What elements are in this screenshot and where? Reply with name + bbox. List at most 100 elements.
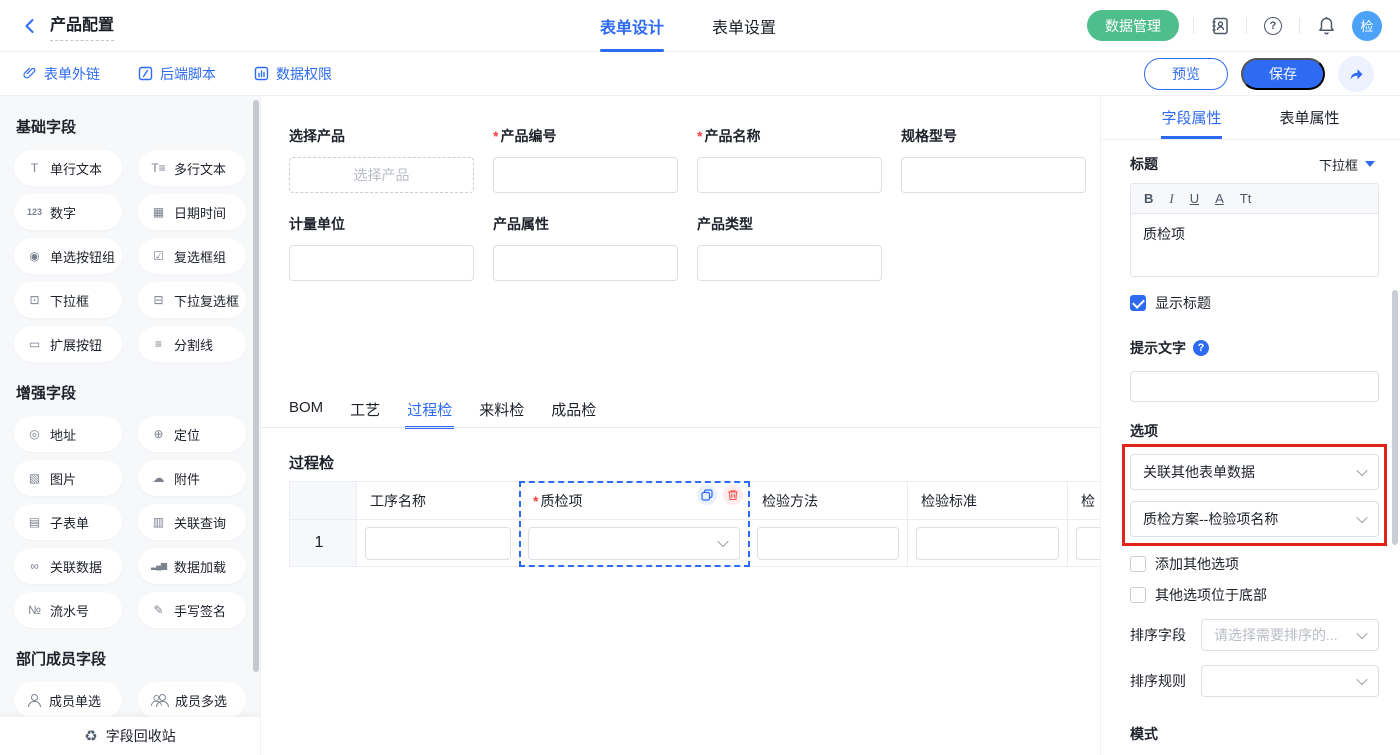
sidebar-scrollbar[interactable]: [253, 100, 259, 672]
field-row-2: 计量单位 产品属性 产品类型: [289, 214, 901, 281]
field-label: 规格型号: [901, 126, 1100, 146]
hint-text-input[interactable]: [1130, 371, 1379, 402]
checkbox-unchecked-icon[interactable]: [1130, 556, 1146, 572]
backend-script-button[interactable]: 后端脚本: [138, 64, 216, 84]
inspection-method-cell-input[interactable]: [757, 527, 899, 560]
title-text-area[interactable]: 质检项: [1131, 214, 1378, 276]
option-source-select[interactable]: 关联其他表单数据: [1130, 454, 1379, 490]
person-icon: [27, 694, 41, 707]
field-recycle-bin[interactable]: ♻ 字段回收站: [0, 717, 260, 755]
spec-model-input[interactable]: [901, 157, 1086, 193]
show-title-checkbox-row[interactable]: 显示标题: [1130, 293, 1379, 313]
bold-button[interactable]: B: [1144, 191, 1153, 206]
select-product-button[interactable]: 选择产品: [289, 157, 474, 193]
data-permission-button[interactable]: 数据权限: [254, 64, 332, 84]
inspection-standard-cell-input[interactable]: [916, 527, 1059, 560]
field-item-checkbox-group[interactable]: ☑复选框组: [138, 238, 246, 274]
share-button[interactable]: [1338, 56, 1374, 92]
tab-field-properties[interactable]: 字段属性: [1161, 96, 1221, 139]
product-type-input[interactable]: [697, 245, 882, 281]
tab-incoming-inspection[interactable]: 来料检: [479, 399, 524, 429]
field-item-image[interactable]: ▧图片: [14, 460, 122, 496]
font-size-button[interactable]: Tt: [1240, 191, 1252, 206]
tab-process[interactable]: 工艺: [350, 399, 380, 429]
sort-field-placeholder: 请选择需要排序的...: [1214, 625, 1358, 645]
sort-rule-select[interactable]: [1201, 665, 1379, 697]
table-column-inspection-method[interactable]: 检验方法: [749, 482, 908, 566]
help-tooltip-icon[interactable]: [1193, 340, 1209, 356]
field-item-data-load[interactable]: ▂▄▆数据加载: [138, 548, 246, 584]
field-item-relation-data[interactable]: ∞关联数据: [14, 548, 122, 584]
data-manage-button[interactable]: 数据管理: [1087, 10, 1179, 41]
add-other-option-checkbox-row[interactable]: 添加其他选项: [1130, 554, 1379, 574]
tab-bom[interactable]: BOM: [289, 399, 323, 429]
column-header: 检验方法: [749, 482, 907, 520]
single-line-text-icon: T: [27, 162, 42, 174]
save-button[interactable]: 保存: [1241, 58, 1325, 90]
table-column-inspection-standard[interactable]: 检验标准: [908, 482, 1068, 566]
table-column-clipped[interactable]: 检: [1068, 482, 1100, 566]
tab-form-design[interactable]: 表单设计: [600, 0, 664, 52]
field-item-dropdown[interactable]: ⊡下拉框: [14, 282, 122, 318]
quality-item-cell-dropdown[interactable]: [528, 527, 740, 560]
user-avatar[interactable]: 检: [1352, 11, 1382, 41]
field-item-serial-number[interactable]: №流水号: [14, 592, 122, 628]
sort-rule-label: 排序规则: [1130, 671, 1194, 691]
tab-process-inspection[interactable]: 过程检: [407, 399, 452, 429]
tab-finished-inspection[interactable]: 成品检: [551, 399, 596, 429]
field-item-label: 手写签名: [174, 601, 226, 620]
field-item-extend-button[interactable]: ▭扩展按钮: [14, 326, 122, 362]
product-attribute-input[interactable]: [493, 245, 678, 281]
field-item-label: 地址: [50, 425, 76, 444]
field-item-signature[interactable]: ✎手写签名: [138, 592, 246, 628]
table-column-quality-item-selected[interactable]: *质检项: [520, 482, 749, 566]
field-item-address[interactable]: ◎地址: [14, 416, 122, 452]
product-name-input[interactable]: [697, 157, 882, 193]
underline-button[interactable]: U: [1190, 191, 1199, 206]
copy-column-button[interactable]: [697, 485, 717, 505]
clipped-cell-input[interactable]: [1076, 527, 1100, 560]
product-code-input[interactable]: [493, 157, 678, 193]
sort-field-select[interactable]: 请选择需要排序的...: [1201, 619, 1379, 651]
table-column-process-name[interactable]: 工序名称: [357, 482, 520, 566]
field-item-member-single[interactable]: 成员单选: [14, 682, 122, 718]
field-type-select[interactable]: 下拉框: [1319, 155, 1379, 174]
checkbox-unchecked-icon[interactable]: [1130, 587, 1146, 603]
preview-button[interactable]: 预览: [1144, 58, 1228, 90]
font-color-button[interactable]: A: [1215, 191, 1224, 206]
field-item-subform[interactable]: ▤子表单: [14, 504, 122, 540]
required-asterisk: *: [493, 128, 498, 144]
field-item-divider-line[interactable]: ≡分割线: [138, 326, 246, 362]
help-icon[interactable]: [1261, 14, 1285, 38]
radio-icon: ◉: [27, 250, 42, 262]
process-name-cell-input[interactable]: [365, 527, 511, 560]
tabs-divider: [261, 427, 1100, 428]
field-item-single-line-text[interactable]: T单行文本: [14, 150, 122, 186]
field-item-multi-dropdown[interactable]: ⊟下拉复选框: [138, 282, 246, 318]
back-button[interactable]: [18, 14, 42, 38]
field-item-member-multi[interactable]: 成员多选: [138, 682, 246, 718]
field-item-datetime[interactable]: ▦日期时间: [138, 194, 246, 230]
field-item-attachment[interactable]: ☁附件: [138, 460, 246, 496]
page-title[interactable]: 产品配置: [50, 11, 114, 41]
unit-input[interactable]: [289, 245, 474, 281]
address-book-icon[interactable]: [1208, 14, 1232, 38]
field-item-label: 附件: [174, 469, 200, 488]
field-item-locate[interactable]: ⊕定位: [138, 416, 246, 452]
option-field-select[interactable]: 质检方案--检验项名称: [1130, 501, 1379, 537]
other-option-bottom-checkbox-row[interactable]: 其他选项位于底部: [1130, 585, 1379, 605]
bell-icon[interactable]: [1314, 14, 1338, 38]
panel-scrollbar[interactable]: [1392, 290, 1398, 545]
section-title-basic-fields: 基础字段: [16, 116, 246, 137]
delete-column-button[interactable]: [723, 485, 743, 505]
form-toolbar: 表单外链 后端脚本 数据权限 预览 保存: [0, 52, 1400, 96]
field-item-radio-group[interactable]: ◉单选按钮组: [14, 238, 122, 274]
field-item-number[interactable]: 123数字: [14, 194, 122, 230]
tab-form-settings[interactable]: 表单设置: [712, 0, 776, 52]
field-item-relation-query[interactable]: ▥关联查询: [138, 504, 246, 540]
field-item-multi-line-text[interactable]: T≡多行文本: [138, 150, 246, 186]
tab-form-properties[interactable]: 表单属性: [1280, 96, 1340, 139]
form-external-link-button[interactable]: 表单外链: [22, 64, 100, 84]
checkbox-checked-icon[interactable]: [1130, 295, 1146, 311]
italic-button[interactable]: I: [1169, 191, 1173, 207]
